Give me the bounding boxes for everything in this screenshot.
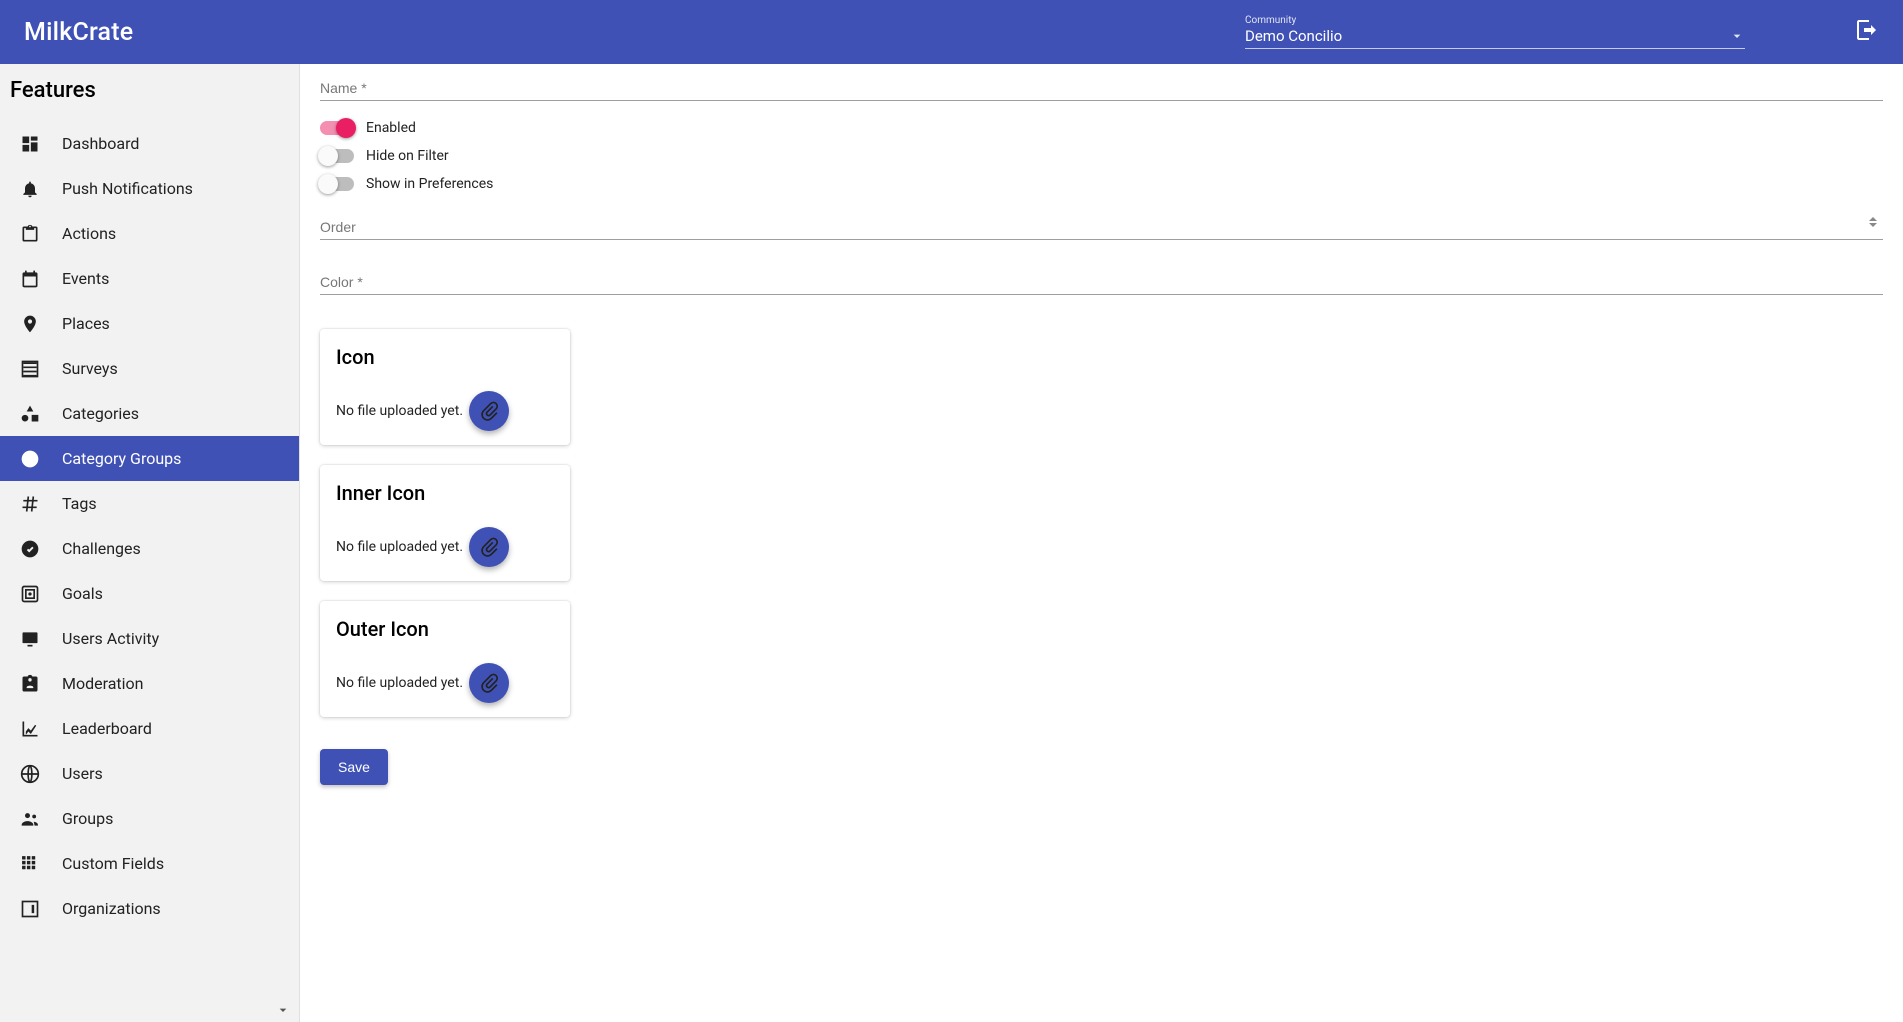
order-step-down[interactable] [1869, 223, 1877, 227]
sidebar-item-label: Push Notifications [62, 179, 193, 198]
sidebar-item-label: Groups [62, 809, 113, 828]
content-area: Enabled Hide on Filter Show in Preferenc… [300, 64, 1903, 1022]
logout-button[interactable] [1855, 18, 1879, 46]
sidebar-item-push-notifications[interactable]: Push Notifications [0, 166, 299, 211]
sidebar-item-label: Category Groups [62, 449, 181, 468]
sidebar-item-label: Challenges [62, 539, 141, 558]
sidebar-item-label: Actions [62, 224, 116, 243]
list-icon [20, 359, 40, 379]
sidebar-item-leaderboard[interactable]: Leaderboard [0, 706, 299, 751]
sidebar-item-label: Events [62, 269, 109, 288]
hash-icon [20, 494, 40, 514]
show-in-preferences-toggle[interactable] [320, 177, 354, 191]
attach-button-inner-icon[interactable] [469, 527, 509, 567]
globe-icon [20, 764, 40, 784]
sidebar-item-categories[interactable]: Categories [0, 391, 299, 436]
sidebar-item-surveys[interactable]: Surveys [0, 346, 299, 391]
sidebar-item-label: Surveys [62, 359, 118, 378]
sidebar-item-actions[interactable]: Actions [0, 211, 299, 256]
color-input[interactable] [320, 270, 1883, 295]
sidebar-item-label: Users [62, 764, 103, 783]
dashboard-icon [20, 134, 40, 154]
upload-status: No file uploaded yet. [336, 675, 463, 691]
sidebar-item-dashboard[interactable]: Dashboard [0, 121, 299, 166]
sidebar-item-label: Custom Fields [62, 854, 164, 873]
sidebar-item-label: Users Activity [62, 629, 159, 648]
logout-icon [1855, 18, 1879, 42]
sidebar-item-groups[interactable]: Groups [0, 796, 299, 841]
sidebar-item-label: Places [62, 314, 110, 333]
sidebar-item-tags[interactable]: Tags [0, 481, 299, 526]
upload-status: No file uploaded yet. [336, 403, 463, 419]
chevron-down-icon [275, 1002, 291, 1018]
topbar: MilkCrate Community Demo Concilio [0, 0, 1903, 64]
sidebar-item-label: Dashboard [62, 134, 139, 153]
save-button[interactable]: Save [320, 749, 388, 785]
sidebar-item-users-activity[interactable]: Users Activity [0, 616, 299, 661]
sidebar-item-category-groups[interactable]: Category Groups [0, 436, 299, 481]
show-in-preferences-label: Show in Preferences [366, 176, 493, 192]
community-select[interactable]: Community Demo Concilio [1245, 15, 1745, 49]
target-sq-icon [20, 584, 40, 604]
org-icon [20, 899, 40, 919]
badge-icon [20, 674, 40, 694]
sidebar-item-goals[interactable]: Goals [0, 571, 299, 616]
hide-on-filter-toggle[interactable] [320, 149, 354, 163]
enabled-toggle[interactable] [320, 121, 354, 135]
sidebar-item-places[interactable]: Places [0, 301, 299, 346]
sidebar-item-label: Goals [62, 584, 103, 603]
calendar-icon [20, 269, 40, 289]
order-input[interactable] [320, 215, 1883, 240]
pin-icon [20, 314, 40, 334]
sidebar-item-challenges[interactable]: Challenges [0, 526, 299, 571]
attachment-icon [479, 673, 499, 693]
sidebar-nav: Dashboard Push Notifications Actions Events… [0, 121, 299, 931]
circle-dots-icon [20, 449, 40, 469]
upload-card-title: Inner Icon [336, 481, 554, 505]
hide-on-filter-label: Hide on Filter [366, 148, 449, 164]
sidebar-item-label: Leaderboard [62, 719, 152, 738]
upload-cards: Icon No file uploaded yet. Inner Icon No fi… [320, 329, 1883, 717]
check-circle-icon [20, 539, 40, 559]
sidebar-item-users[interactable]: Users [0, 751, 299, 796]
attach-button-outer-icon[interactable] [469, 663, 509, 703]
upload-card-outer-icon: Outer Icon No file uploaded yet. [320, 601, 570, 717]
attachment-icon [479, 401, 499, 421]
upload-card-icon: Icon No file uploaded yet. [320, 329, 570, 445]
sidebar-item-label: Categories [62, 404, 139, 423]
order-stepper[interactable] [1869, 217, 1883, 227]
enabled-toggle-label: Enabled [366, 120, 416, 136]
community-value: Demo Concilio [1245, 26, 1342, 46]
upload-status: No file uploaded yet. [336, 539, 463, 555]
attach-button-icon[interactable] [469, 391, 509, 431]
upload-card-inner-icon: Inner Icon No file uploaded yet. [320, 465, 570, 581]
clipboard-icon [20, 224, 40, 244]
upload-card-title: Outer Icon [336, 617, 554, 641]
sidebar-item-custom-fields[interactable]: Custom Fields [0, 841, 299, 886]
sidebar: Features Dashboard Push Notifications Acti… [0, 64, 300, 1022]
shapes-icon [20, 404, 40, 424]
screen-icon [20, 629, 40, 649]
chevron-down-icon [1729, 28, 1745, 44]
people-icon [20, 809, 40, 829]
grid-icon [20, 854, 40, 874]
sidebar-item-label: Organizations [62, 899, 161, 918]
brand-title: MilkCrate [24, 18, 133, 47]
upload-card-title: Icon [336, 345, 554, 369]
sidebar-item-label: Tags [62, 494, 97, 513]
order-step-up[interactable] [1869, 217, 1877, 221]
sidebar-item-organizations[interactable]: Organizations [0, 886, 299, 931]
sidebar-item-label: Moderation [62, 674, 144, 693]
bell-icon [20, 179, 40, 199]
sidebar-item-moderation[interactable]: Moderation [0, 661, 299, 706]
attachment-icon [479, 537, 499, 557]
name-input[interactable] [320, 76, 1883, 101]
sidebar-item-events[interactable]: Events [0, 256, 299, 301]
community-label: Community [1245, 15, 1745, 26]
chart-icon [20, 719, 40, 739]
sidebar-title: Features [0, 64, 299, 121]
